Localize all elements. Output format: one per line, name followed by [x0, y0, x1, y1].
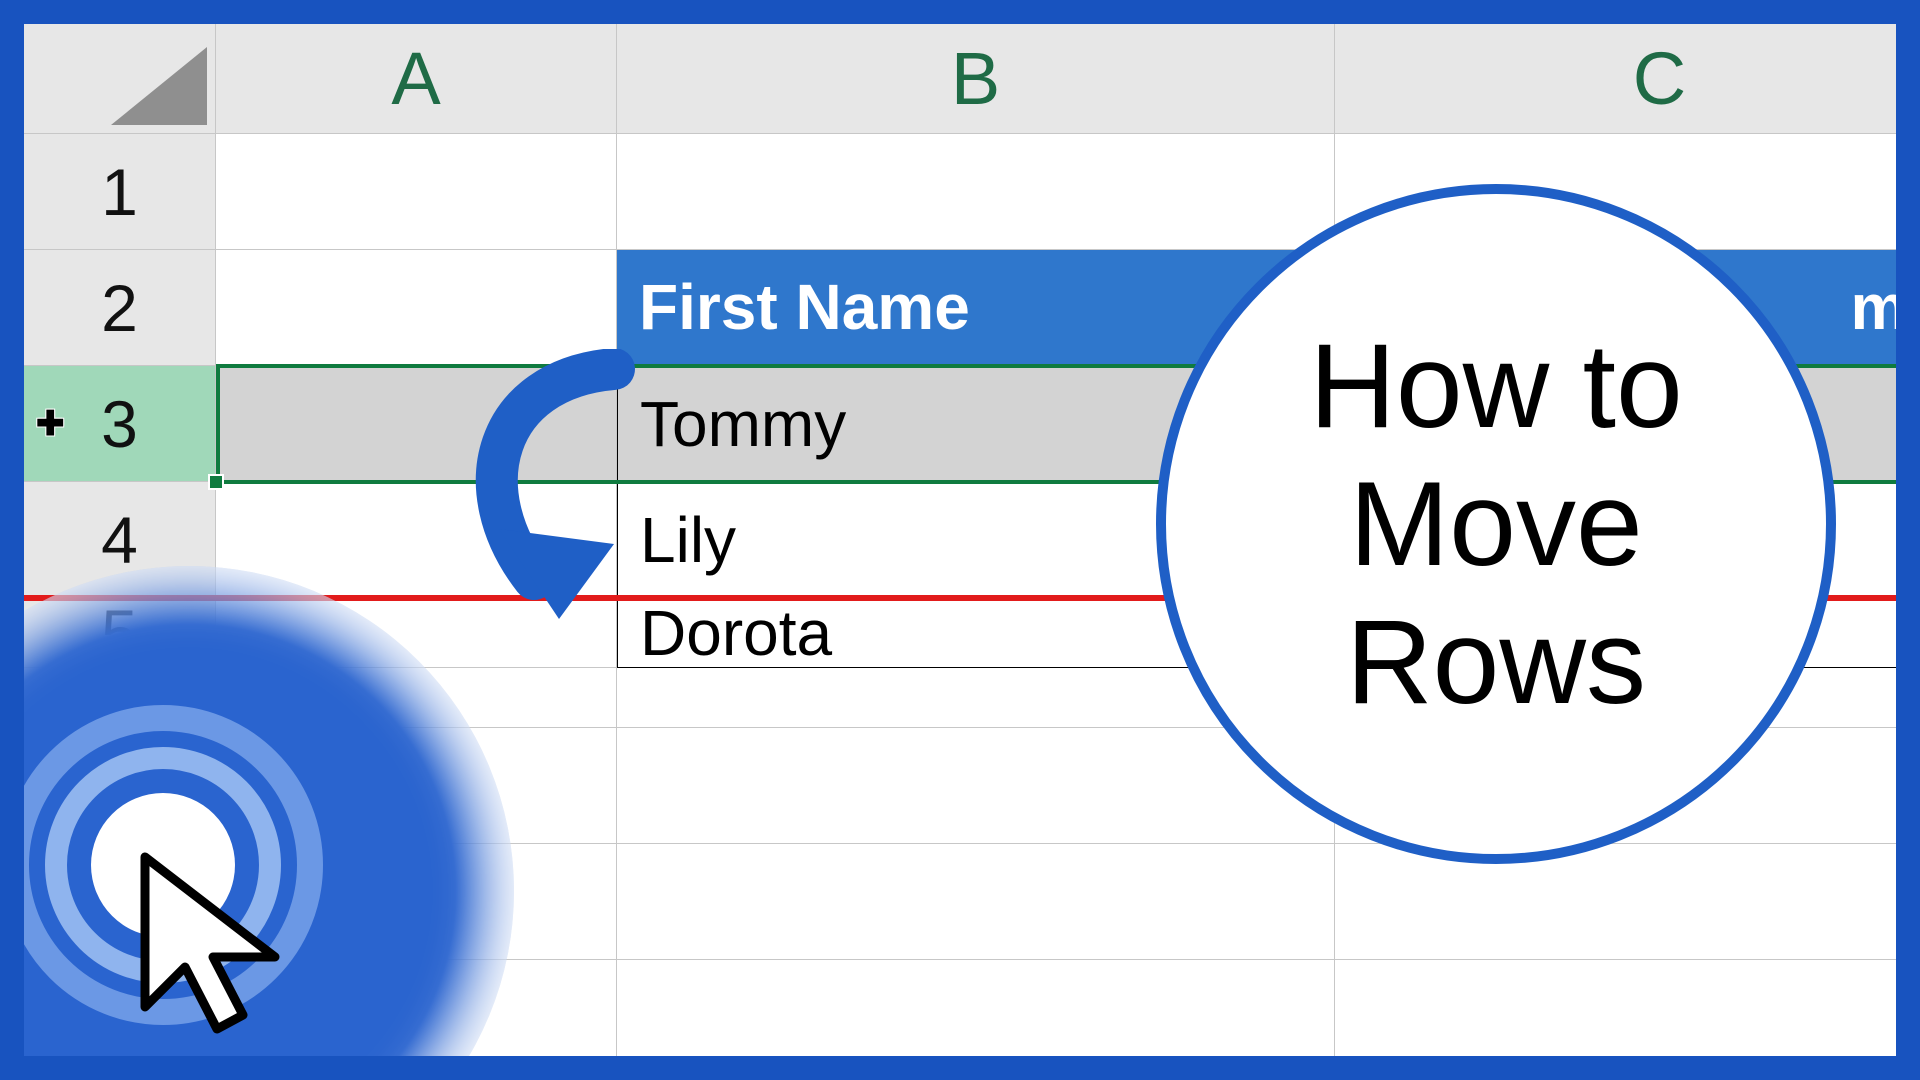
- cell-b6[interactable]: [617, 728, 1335, 844]
- cell-a1[interactable]: [216, 134, 617, 250]
- cell-b8[interactable]: [617, 960, 1335, 1056]
- cell-a3[interactable]: [216, 366, 617, 482]
- spreadsheet-viewport: A B C 1 2 ✚ 3 4 5: [24, 24, 1896, 1056]
- logo-rings: [24, 705, 323, 1025]
- selection-fill-handle[interactable]: [208, 474, 224, 490]
- column-header-a[interactable]: A: [216, 24, 617, 133]
- column-header-c[interactable]: C: [1335, 24, 1896, 133]
- select-all-triangle[interactable]: [24, 24, 216, 134]
- column-header-row: A B C: [216, 24, 1896, 134]
- cell-c7[interactable]: [1335, 844, 1896, 960]
- cell-b1[interactable]: [617, 134, 1335, 250]
- title-callout-text: How to Move Rows: [1309, 317, 1682, 731]
- plus-cursor-icon: ✚: [36, 407, 65, 441]
- cursor-arrow-icon: [135, 847, 305, 1037]
- row-header-3[interactable]: ✚ 3: [24, 366, 215, 482]
- row-header-2[interactable]: 2: [24, 250, 215, 366]
- cell-b7[interactable]: [617, 844, 1335, 960]
- cell-c8[interactable]: [1335, 960, 1896, 1056]
- row-header-1[interactable]: 1: [24, 134, 215, 250]
- title-callout: How to Move Rows: [1156, 184, 1836, 864]
- row-header-3-label: 3: [101, 386, 138, 462]
- column-header-b[interactable]: B: [617, 24, 1335, 133]
- cell-a2[interactable]: [216, 250, 617, 366]
- thumbnail-frame: A B C 1 2 ✚ 3 4 5: [0, 0, 1920, 1080]
